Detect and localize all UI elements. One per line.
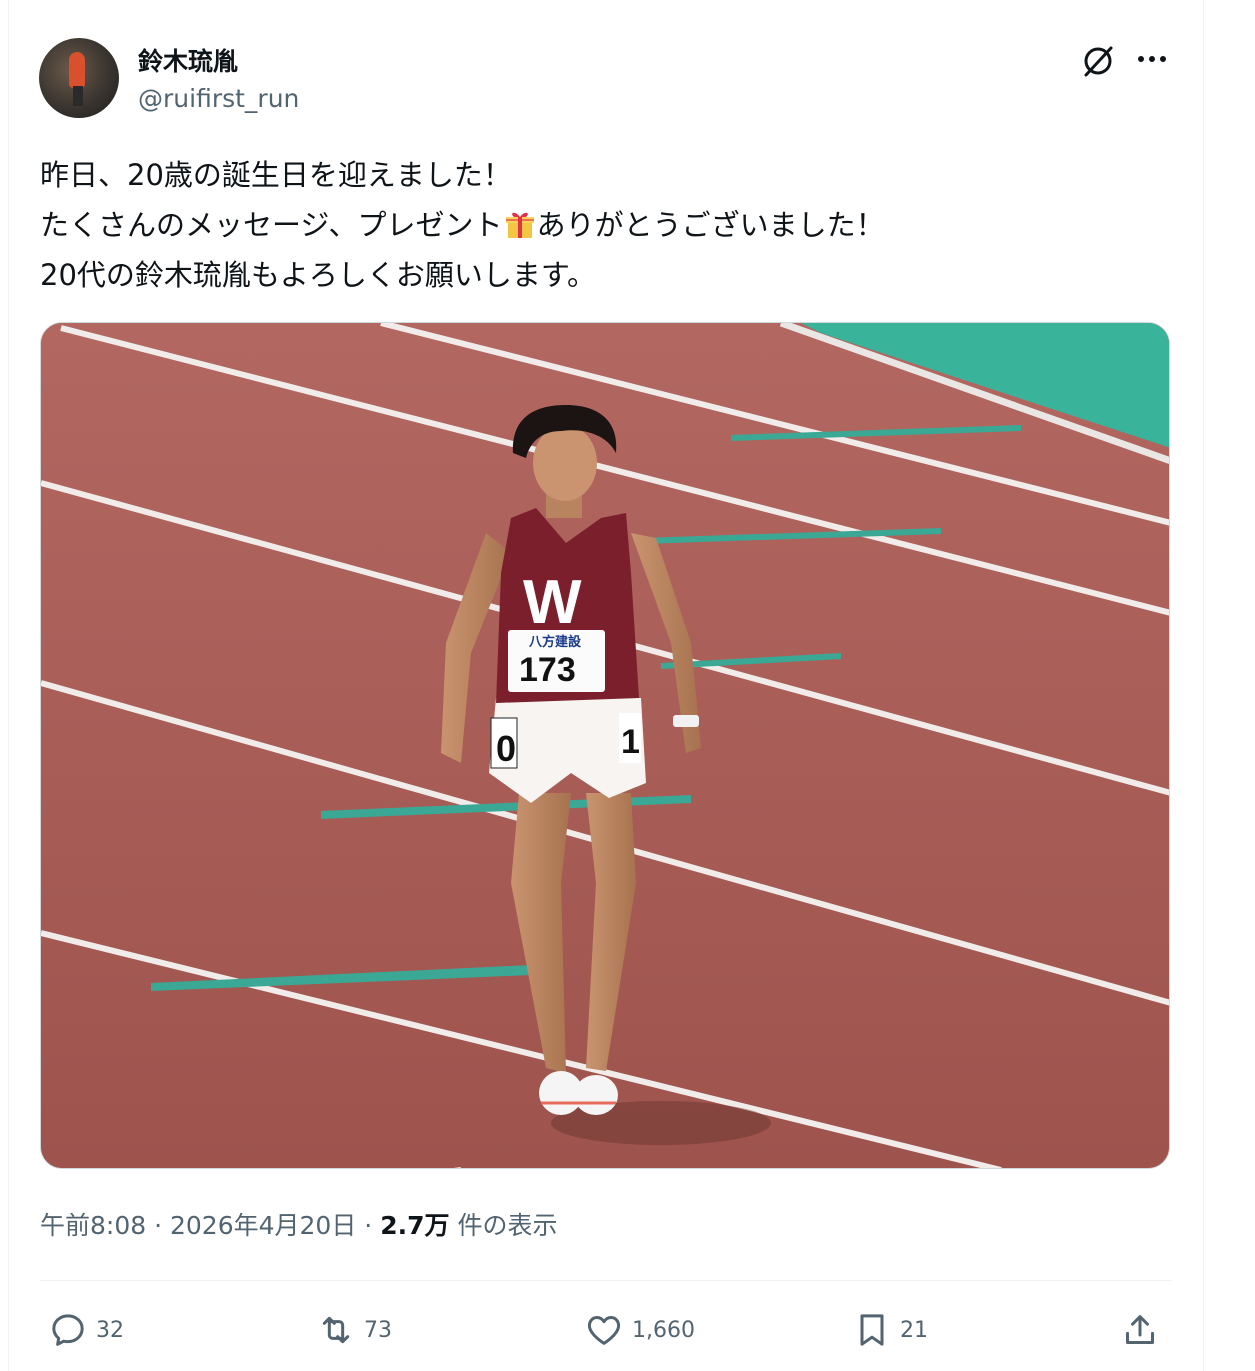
- track-photo-illustration: 0 1 W 八方建設 173: [41, 323, 1169, 1168]
- avatar-runner-legs: [73, 86, 83, 106]
- tweet-line-2: たくさんのメッセージ、プレゼント ありがとうございました！: [40, 200, 1180, 250]
- meta-separator: ·: [154, 1211, 163, 1240]
- avatar-runner-figure: [69, 52, 85, 88]
- svg-text:W: W: [523, 568, 582, 637]
- share-icon: [1126, 1315, 1154, 1344]
- reply-button[interactable]: 32: [48, 1310, 124, 1350]
- share-button[interactable]: [1120, 1310, 1168, 1350]
- reply-count: 32: [96, 1317, 124, 1343]
- bookmark-button[interactable]: 21: [852, 1310, 928, 1350]
- divider: [40, 1280, 1172, 1281]
- repost-button[interactable]: 73: [316, 1310, 392, 1350]
- bookmark-icon: [860, 1314, 884, 1346]
- meta-separator: ·: [364, 1211, 373, 1240]
- views-label: 件の表示: [457, 1211, 558, 1240]
- user-handle[interactable]: @ruifirst_run: [138, 84, 299, 113]
- tweet-photo[interactable]: 0 1 W 八方建設 173: [40, 322, 1170, 1169]
- views-count[interactable]: 2.7万: [380, 1211, 449, 1240]
- like-count: 1,660: [632, 1317, 695, 1343]
- tweet-time[interactable]: 午前8:08: [40, 1211, 146, 1240]
- tweet-text: 昨日、20歳の誕生日を迎えました！ たくさんのメッセージ、プレゼント ありがとう…: [40, 150, 1180, 300]
- avatar[interactable]: [39, 38, 119, 118]
- tweet-line-1: 昨日、20歳の誕生日を迎えました！: [40, 158, 512, 192]
- tweet-line-2-part-2: ありがとうございました！: [536, 208, 885, 242]
- shorts-number-left: 0: [496, 728, 516, 769]
- display-name[interactable]: 鈴木琉胤: [138, 42, 238, 78]
- tweet-meta: 午前8:08 · 2026年4月20日 · 2.7万 件の表示: [40, 1206, 557, 1242]
- bookmark-count: 21: [900, 1317, 928, 1343]
- tweet-line-2-part-1: たくさんのメッセージ、プレゼント: [40, 208, 503, 242]
- bib-sponsor: 八方建設: [528, 634, 582, 650]
- repost-count: 73: [364, 1317, 392, 1343]
- reply-icon: [52, 1314, 84, 1346]
- bib-number: 173: [519, 651, 576, 689]
- tweet-date[interactable]: 2026年4月20日: [170, 1211, 356, 1240]
- more-icon[interactable]: [1134, 44, 1170, 74]
- like-button[interactable]: 1,660: [584, 1310, 695, 1350]
- tweet-line-3: 20代の鈴木琉胤もよろしくお願いします。: [40, 258, 597, 292]
- grok-icon[interactable]: [1080, 42, 1116, 78]
- heart-icon: [587, 1316, 621, 1345]
- shorts-number-right: 1: [621, 723, 640, 761]
- repost-icon: [322, 1316, 350, 1344]
- gift-emoji-icon: [505, 212, 534, 238]
